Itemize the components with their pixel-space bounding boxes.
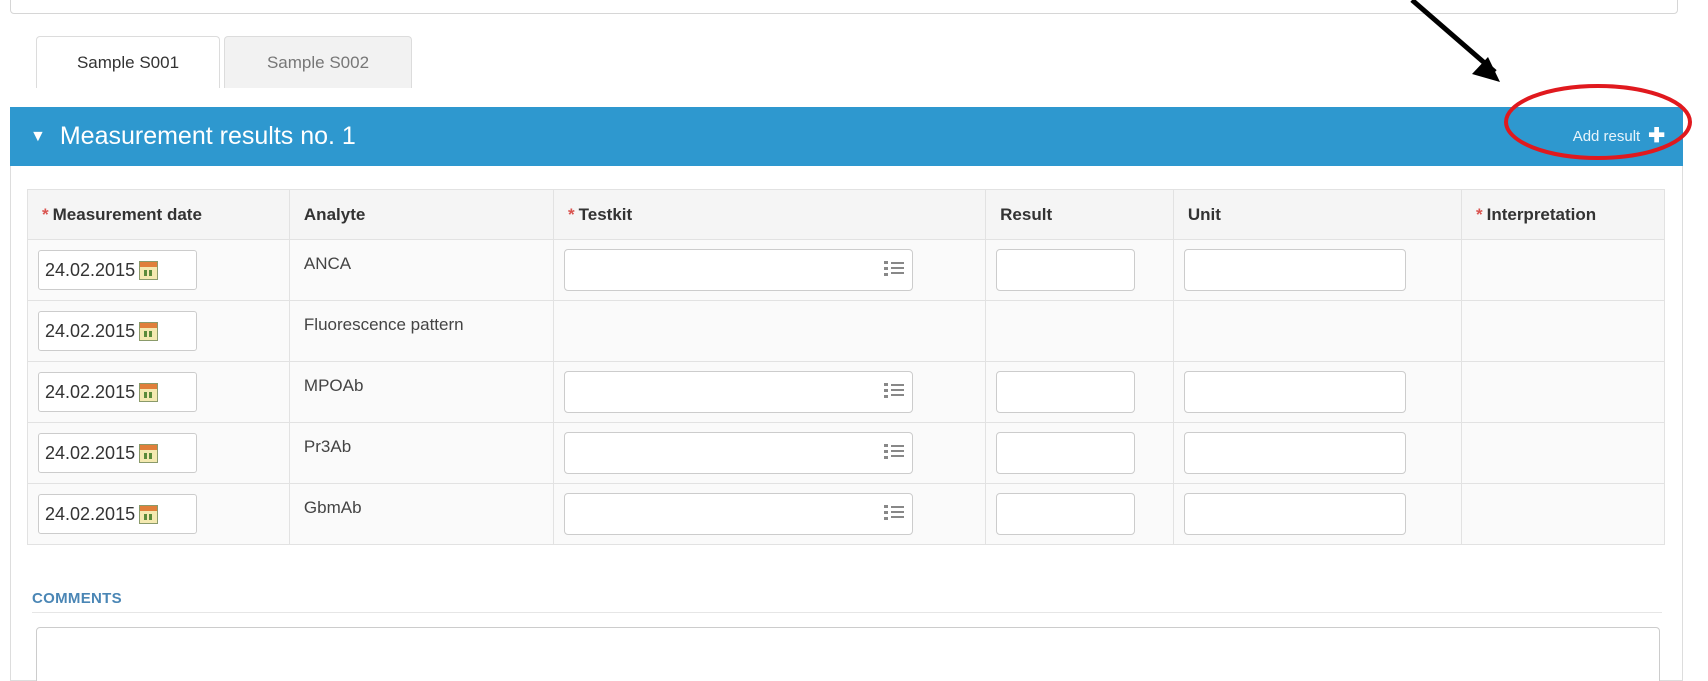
sample-tabs: Sample S001 Sample S002 [36, 36, 416, 88]
table-row: 24.02.2015 ANCA [27, 239, 1666, 301]
testkit-input[interactable] [564, 432, 913, 474]
panel-header: ▼ Measurement results no. 1 Add result ✚ [10, 107, 1683, 166]
date-input[interactable]: 24.02.2015 [38, 433, 197, 473]
plus-icon: ✚ [1648, 125, 1665, 147]
table-row: 24.02.2015 GbmAb [27, 483, 1666, 545]
results-table: * Measurement date Analyte * Testkit Resul… [27, 189, 1666, 545]
testkit-input[interactable] [564, 249, 913, 291]
result-input[interactable] [996, 249, 1136, 291]
testkit-input[interactable] [564, 493, 913, 535]
calendar-icon[interactable] [139, 321, 159, 341]
comments-textarea[interactable] [36, 627, 1660, 681]
result-input[interactable] [996, 493, 1136, 535]
add-result-label: Add result [1572, 127, 1641, 145]
list-icon[interactable] [884, 503, 904, 525]
table-row: 24.02.2015 Pr3Ab [27, 422, 1666, 484]
date-input[interactable]: 24.02.2015 [38, 250, 197, 290]
top-panel [10, 0, 1678, 14]
unit-cell [1172, 300, 1462, 362]
panel-title: Measurement results no. 1 [59, 122, 356, 150]
calendar-icon[interactable] [139, 504, 159, 524]
column-header-testkit: * Testkit [552, 189, 987, 240]
calendar-icon[interactable] [139, 260, 159, 280]
unit-input[interactable] [1183, 371, 1406, 413]
required-marker: * [568, 204, 575, 224]
table-row: 24.02.2015 Fluorescence pattern [27, 300, 1666, 362]
analyte-cell: ANCA [288, 239, 555, 301]
analyte-cell: GbmAb [288, 483, 555, 545]
interpretation-cell [1460, 361, 1666, 423]
unit-input[interactable] [1183, 493, 1406, 535]
analyte-cell: Fluorescence pattern [288, 300, 555, 362]
calendar-icon[interactable] [139, 382, 159, 402]
result-input[interactable] [996, 432, 1136, 474]
column-header-result: Result [985, 189, 1174, 240]
list-icon[interactable] [884, 442, 904, 464]
result-input[interactable] [996, 371, 1136, 413]
tab-sample-s002[interactable]: Sample S002 [224, 36, 412, 88]
result-cell [985, 300, 1174, 362]
arrow-head-icon [1472, 57, 1500, 82]
date-input[interactable]: 24.02.2015 [38, 372, 197, 412]
unit-input[interactable] [1183, 432, 1406, 474]
list-icon[interactable] [884, 259, 904, 281]
required-marker: * [1475, 204, 1483, 224]
comments-label: COMMENTS [32, 590, 122, 607]
table-header-row: * Measurement date Analyte * Testkit Resul… [27, 189, 1666, 240]
interpretation-cell [1460, 483, 1666, 545]
column-header-unit: Unit [1172, 189, 1462, 240]
column-header-analyte: Analyte [288, 189, 555, 240]
testkit-input[interactable] [564, 371, 913, 413]
analyte-cell: Pr3Ab [288, 422, 555, 484]
column-header-interpretation: * Interpretation [1460, 189, 1666, 240]
add-result-button[interactable]: Add result ✚ [1573, 126, 1665, 146]
unit-input[interactable] [1183, 249, 1406, 291]
required-marker: * [42, 204, 49, 224]
interpretation-cell [1460, 300, 1666, 362]
date-input[interactable]: 24.02.2015 [38, 494, 197, 534]
interpretation-cell [1460, 422, 1666, 484]
date-input[interactable]: 24.02.2015 [38, 311, 197, 351]
triangle-down-icon[interactable]: ▼ [30, 128, 46, 146]
list-icon[interactable] [884, 381, 904, 403]
calendar-icon[interactable] [139, 443, 159, 463]
interpretation-cell [1460, 239, 1666, 301]
analyte-cell: MPOAb [288, 361, 555, 423]
column-header-date: * Measurement date [27, 189, 290, 240]
comments-divider [32, 612, 1662, 613]
testkit-cell [552, 300, 987, 362]
table-row: 24.02.2015 MPOAb [27, 361, 1666, 423]
tab-sample-s001[interactable]: Sample S001 [36, 36, 220, 88]
